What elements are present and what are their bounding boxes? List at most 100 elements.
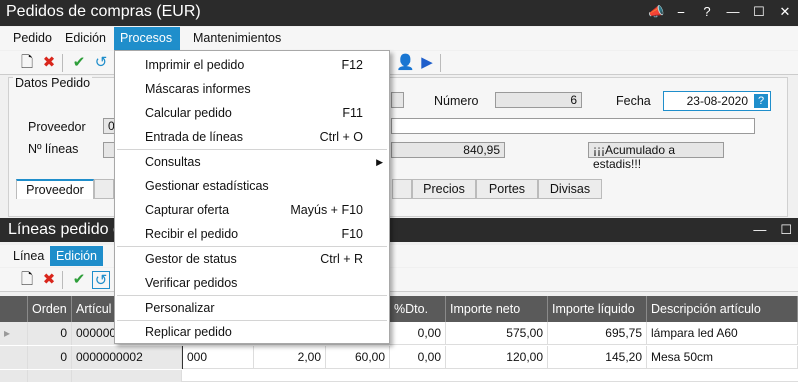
- menu-item-replicar-pedido[interactable]: Replicar pedido: [115, 320, 389, 344]
- menu-item-gestor-status[interactable]: Gestor de status Ctrl + R: [115, 247, 389, 271]
- pin-icon[interactable]: ⎯: [674, 4, 688, 20]
- delete-icon[interactable]: ✖: [40, 54, 58, 72]
- minimize-icon[interactable]: —: [726, 4, 740, 20]
- cell-orden[interactable]: [28, 370, 72, 382]
- lineas-title: Líneas pedido c: [8, 221, 121, 238]
- menu-item-personalizar[interactable]: Personalizar: [115, 296, 389, 320]
- menu-item-verificar-pedidos[interactable]: Verificar pedidos: [115, 271, 389, 295]
- menu-item-entrada-lineas[interactable]: Entrada de líneas Ctrl + O: [115, 125, 389, 149]
- grid-header-descripcion[interactable]: Descripción artículo: [647, 296, 798, 322]
- accept-icon[interactable]: ✔: [70, 271, 88, 289]
- menu-edicion-lineas[interactable]: Edición: [50, 246, 103, 266]
- table-row[interactable]: 0 0000000002 000 2,00 60,00 0,00 120,00 …: [0, 346, 798, 369]
- navigate-icon[interactable]: ▶: [418, 54, 436, 72]
- menu-item-shortcut: Ctrl + O: [319, 130, 363, 144]
- menu-linea[interactable]: Línea: [7, 246, 50, 266]
- menu-item-label: Entrada de líneas: [145, 130, 243, 144]
- menu-item-shortcut: Ctrl + R: [320, 252, 363, 266]
- cell-importe-neto[interactable]: 575,00: [446, 322, 548, 345]
- help-icon[interactable]: ?: [700, 4, 714, 20]
- new-icon[interactable]: 🗋: [18, 54, 36, 72]
- menu-item-recibir-pedido[interactable]: Recibir el pedido F10: [115, 222, 389, 246]
- tab-divisas[interactable]: Divisas: [538, 179, 602, 199]
- accept-icon[interactable]: ✔: [70, 54, 88, 72]
- delete-icon[interactable]: ✖: [40, 271, 58, 289]
- toolbar-separator: [440, 54, 441, 72]
- cell-descripcion[interactable]: lámpara led A60: [647, 322, 798, 345]
- cell-orden[interactable]: 0: [28, 322, 72, 345]
- menu-item-gestionar-estadisticas[interactable]: Gestionar estadísticas: [115, 174, 389, 198]
- minimize-icon[interactable]: —: [753, 222, 766, 238]
- menu-item-label: Calcular pedido: [145, 106, 232, 120]
- cell-orden[interactable]: 0: [28, 346, 72, 369]
- cell-col4[interactable]: 2,00: [254, 346, 326, 369]
- menu-item-label: Verificar pedidos: [145, 276, 238, 290]
- menu-item-label: Recibir el pedido: [145, 227, 239, 241]
- panel-legend: Datos Pedido: [13, 76, 93, 90]
- cell-importe-neto[interactable]: 120,00: [446, 346, 548, 369]
- table-row[interactable]: [0, 370, 798, 382]
- maximize-icon[interactable]: ☐: [752, 4, 766, 20]
- calendar-button[interactable]: ?: [754, 94, 768, 108]
- undo-icon[interactable]: ↺: [92, 271, 110, 289]
- tab-precios[interactable]: Precios: [412, 179, 476, 199]
- grid-header-dto[interactable]: %Dto.: [390, 296, 446, 322]
- menu-item-capturar-oferta[interactable]: Capturar oferta Mayús + F10: [115, 198, 389, 222]
- menu-pedido[interactable]: Pedido: [7, 27, 58, 50]
- menu-item-calcular[interactable]: Calcular pedido F11: [115, 101, 389, 125]
- toolbar-separator: [62, 271, 63, 289]
- toolbar-separator: [62, 54, 63, 72]
- menu-item-label: Replicar pedido: [145, 325, 232, 339]
- grid-header-orden[interactable]: Orden: [28, 296, 72, 322]
- close-icon[interactable]: ✕: [778, 4, 792, 20]
- menu-procesos[interactable]: Procesos: [114, 27, 180, 50]
- cell-dto[interactable]: 0,00: [390, 346, 446, 369]
- menu-item-label: Máscaras informes: [145, 82, 251, 96]
- user-icon[interactable]: 👤: [396, 54, 415, 72]
- grid-header-importe-neto[interactable]: Importe neto: [446, 296, 548, 322]
- undo-icon[interactable]: ↺: [92, 54, 110, 72]
- window-controls: 📣 ⎯ ? — ☐ ✕: [648, 4, 792, 20]
- importe-field[interactable]: 840,95: [391, 142, 505, 158]
- menu-item-mascaras[interactable]: Máscaras informes: [115, 77, 389, 101]
- cell-dto[interactable]: 0,00: [390, 322, 446, 345]
- new-icon[interactable]: 🗋: [18, 271, 36, 289]
- cell-articulo[interactable]: [72, 370, 182, 382]
- cell-importe-liquido[interactable]: 145,20: [548, 346, 647, 369]
- menu-item-shortcut: Mayús + F10: [290, 203, 363, 217]
- menu-item-label: Imprimir el pedido: [145, 58, 245, 72]
- tab-hidden[interactable]: [392, 179, 412, 199]
- submenu-arrow-icon: ▶: [376, 157, 383, 167]
- row-indicator: [0, 370, 28, 382]
- maximize-icon[interactable]: ☐: [780, 222, 792, 238]
- tab-proveedor[interactable]: Proveedor: [16, 179, 94, 199]
- menu-item-shortcut: F10: [341, 227, 363, 241]
- numero-label: Número: [434, 94, 479, 108]
- row-indicator: [0, 346, 28, 369]
- row-indicator-icon: ▸: [0, 322, 28, 345]
- menu-item-imprimir[interactable]: Imprimir el pedido F12: [115, 53, 389, 77]
- menu-mantenimientos[interactable]: Mantenimientos: [187, 27, 287, 50]
- cell-col5[interactable]: 60,00: [326, 346, 390, 369]
- grid-header-selector: [0, 296, 28, 322]
- cell-articulo[interactable]: 0000000002: [72, 346, 182, 369]
- numero-field[interactable]: 6: [495, 92, 582, 108]
- tab-hidden[interactable]: [94, 179, 114, 199]
- megaphone-icon[interactable]: 📣: [648, 4, 664, 20]
- tab-portes[interactable]: Portes: [476, 179, 538, 199]
- acumulado-field: ¡¡¡Acumulado a estadis!!!: [588, 142, 724, 171]
- proveedor-label: Proveedor: [28, 120, 86, 134]
- menu-item-shortcut: F12: [341, 58, 363, 72]
- pedido-field[interactable]: [391, 92, 404, 108]
- menu-item-consultas[interactable]: Consultas ▶: [115, 150, 389, 174]
- menu-item-label: Personalizar: [145, 301, 215, 315]
- cell-col3[interactable]: 000: [182, 346, 254, 369]
- grid-header-importe-liquido[interactable]: Importe líquido: [548, 296, 647, 322]
- proveedor-nombre-field[interactable]: [391, 118, 755, 134]
- menubar: Pedido Edición Procesos Mantenimientos: [0, 27, 798, 50]
- menu-edicion[interactable]: Edición: [59, 27, 112, 50]
- cell-descripcion[interactable]: Mesa 50cm: [647, 346, 798, 369]
- menu-item-label: Capturar oferta: [145, 203, 230, 217]
- menu-item-shortcut: F11: [342, 106, 363, 120]
- cell-importe-liquido[interactable]: 695,75: [548, 322, 647, 345]
